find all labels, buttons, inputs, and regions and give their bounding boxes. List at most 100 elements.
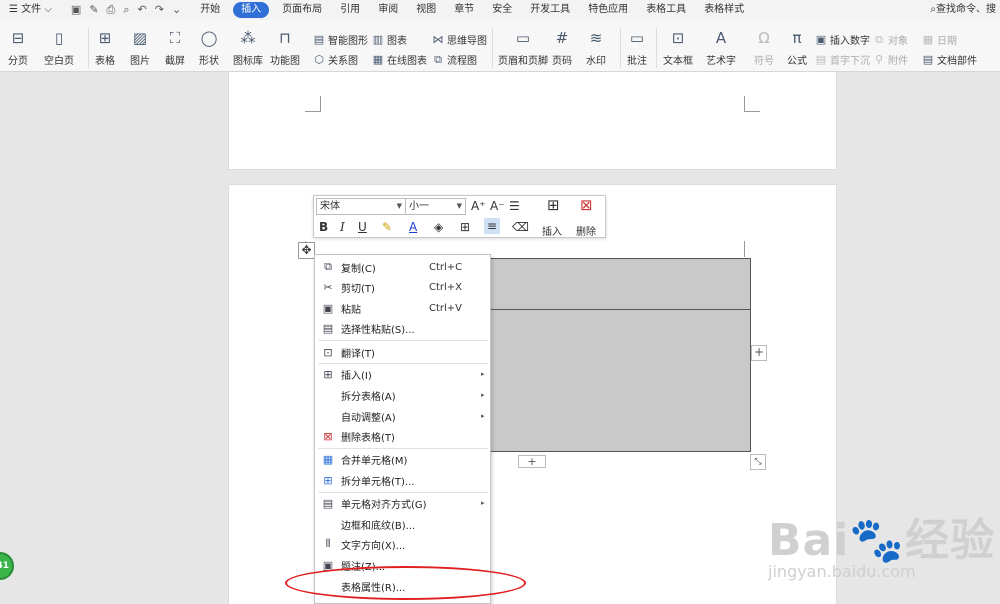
chart-label: 图表 bbox=[387, 36, 407, 47]
redo-icon[interactable]: ↷ bbox=[155, 3, 164, 17]
menu-item-label: 粘贴 bbox=[341, 304, 361, 316]
tab-developer[interactable]: 开发工具 bbox=[521, 0, 579, 20]
menu-item-paste-special[interactable]: ▤ 选择性粘贴(S)... bbox=[315, 318, 491, 338]
icon-library-button[interactable]: ⁂ 图标库 bbox=[233, 20, 263, 67]
menu-item-copy[interactable]: ⧉ 复制(C) Ctrl+C bbox=[315, 257, 491, 277]
menu-item-split-table[interactable]: 拆分表格(A) ▸ bbox=[315, 385, 491, 405]
borders-icon[interactable]: ⊞ bbox=[460, 220, 470, 234]
tab-features[interactable]: 特色应用 bbox=[579, 0, 637, 20]
tab-home[interactable]: 开始 bbox=[191, 0, 229, 20]
tab-page-layout[interactable]: 页面布局 bbox=[273, 0, 331, 20]
file-menu[interactable]: ☰ 文件 ⌵ bbox=[0, 0, 61, 20]
picture-button[interactable]: ▨ 图片 bbox=[130, 20, 150, 67]
menu-item-label: 剪切(T) bbox=[341, 283, 375, 295]
table-resize-icon[interactable]: ⤡ bbox=[750, 454, 766, 470]
font-size-select[interactable]: 小一 ▼ bbox=[405, 198, 466, 215]
table-button[interactable]: ⊞ 表格 bbox=[95, 20, 115, 67]
tab-security[interactable]: 安全 bbox=[483, 0, 521, 20]
command-search-label: 查找命令、搜 bbox=[936, 4, 996, 15]
highlight-icon[interactable]: ✎ bbox=[382, 220, 392, 234]
add-column-button[interactable]: + bbox=[751, 345, 767, 361]
flowchart-icon: ⧉ bbox=[434, 52, 442, 66]
chart-button[interactable]: ▥ 图表 bbox=[372, 32, 407, 47]
smart-graphic-button[interactable]: ▤ 智能图形 bbox=[313, 32, 368, 47]
line-spacing-icon[interactable]: ☰ bbox=[509, 199, 520, 213]
tab-chapter[interactable]: 章节 bbox=[445, 0, 483, 20]
menu-item-delete-table[interactable]: ⊠ 删除表格(T) bbox=[315, 426, 491, 446]
font-family-select[interactable]: 宋体 ▼ bbox=[316, 198, 406, 215]
print-icon[interactable]: ⎙ bbox=[107, 3, 116, 17]
screenshot-button[interactable]: ⛶ 截屏 bbox=[165, 20, 185, 67]
eraser-icon[interactable]: ⌫ bbox=[512, 220, 529, 234]
shrink-font-icon[interactable]: A⁻ bbox=[490, 199, 505, 213]
header-footer-button[interactable]: ▭ 页眉和页脚 bbox=[498, 20, 548, 67]
object-button[interactable]: ⧉ 对象 bbox=[873, 32, 908, 48]
underline-icon[interactable]: U bbox=[358, 220, 367, 234]
shading-icon[interactable]: ◈ bbox=[434, 220, 443, 234]
online-chart-button[interactable]: ▦ 在线图表 bbox=[372, 52, 427, 67]
textbox-label: 文本框 bbox=[663, 56, 693, 67]
floating-badge[interactable]: 41 bbox=[0, 552, 14, 580]
date-button[interactable]: ▦ 日期 bbox=[922, 32, 957, 47]
flowchart-button[interactable]: ⧉ 流程图 bbox=[432, 52, 477, 68]
menu-item-cut[interactable]: ✂ 剪切(T) Ctrl+X bbox=[315, 277, 491, 297]
table-move-handle-icon[interactable]: ✥ bbox=[298, 242, 315, 259]
doc-parts-label: 文档部件 bbox=[937, 56, 977, 67]
wordart-button[interactable]: A 艺术字 bbox=[706, 20, 736, 67]
delete-label[interactable]: 删除 bbox=[576, 223, 596, 238]
page-break-button[interactable]: ⊟ 分页 bbox=[8, 20, 28, 67]
bold-icon[interactable]: B bbox=[319, 220, 328, 234]
document-table[interactable] bbox=[490, 258, 751, 452]
command-search[interactable]: ⌕查找命令、搜 bbox=[930, 0, 1000, 20]
delete-table-icon: ⊠ bbox=[323, 429, 333, 443]
comment-button[interactable]: ▭ 批注 bbox=[627, 20, 647, 67]
undo-icon[interactable]: ↶ bbox=[138, 3, 147, 17]
align-icon[interactable]: ≡ bbox=[484, 218, 501, 234]
tab-insert[interactable]: 插入 bbox=[233, 2, 270, 18]
italic-icon[interactable]: I bbox=[340, 220, 345, 234]
customize-icon[interactable]: ⌄ bbox=[172, 3, 181, 17]
insert-table-icon[interactable]: ⊞ bbox=[547, 198, 560, 213]
relation-chart-button[interactable]: ⬡ 关系图 bbox=[313, 52, 358, 67]
format-painter-icon[interactable]: ✎ bbox=[89, 3, 98, 17]
tab-table-style[interactable]: 表格样式 bbox=[695, 0, 753, 20]
symbol-button[interactable]: Ω 符号 bbox=[754, 20, 774, 67]
menu-item-insert[interactable]: ⊞ 插入(I) ▸ bbox=[315, 364, 491, 384]
tab-table-tools[interactable]: 表格工具 bbox=[637, 0, 695, 20]
menu-item-paste[interactable]: ▣ 粘贴 Ctrl+V bbox=[315, 298, 491, 318]
tab-view[interactable]: 视图 bbox=[407, 0, 445, 20]
insert-number-button[interactable]: ▣ 插入数字 bbox=[815, 32, 870, 47]
page-number-button[interactable]: # 页码 bbox=[552, 20, 572, 67]
ribbon-divider bbox=[492, 28, 493, 68]
font-color-icon[interactable]: A bbox=[409, 220, 417, 234]
doc-parts-icon: ▤ bbox=[922, 53, 934, 66]
menu-item-borders-shading[interactable]: 边框和底纹(B)... bbox=[315, 514, 491, 534]
menu-item-merge-cells[interactable]: ▦ 合并单元格(M) bbox=[315, 449, 491, 469]
doc-parts-button[interactable]: ▤ 文档部件 bbox=[922, 52, 977, 67]
menu-item-text-direction[interactable]: ⫴ 文字方向(X)... bbox=[315, 534, 491, 554]
menu-item-cell-alignment[interactable]: ▤ 单元格对齐方式(G) ▸ bbox=[315, 493, 491, 513]
tab-references[interactable]: 引用 bbox=[331, 0, 369, 20]
mind-map-button[interactable]: ⋈ 思维导图 bbox=[432, 32, 488, 47]
menu-item-split-cells[interactable]: ⊞ 拆分单元格(T)... bbox=[315, 470, 491, 490]
attachment-button[interactable]: ⚲ 附件 bbox=[873, 52, 908, 67]
watermark-button[interactable]: ≋ 水印 bbox=[586, 20, 606, 67]
wordart-label: 艺术字 bbox=[706, 56, 736, 67]
add-row-button[interactable]: + bbox=[518, 455, 546, 468]
tab-review[interactable]: 审阅 bbox=[369, 0, 407, 20]
print-preview-icon[interactable]: ⌕ bbox=[123, 3, 129, 17]
function-chart-label: 功能图 bbox=[270, 56, 300, 67]
delete-table-icon[interactable]: ⊠ bbox=[580, 198, 593, 213]
insert-label[interactable]: 插入 bbox=[542, 223, 562, 238]
save-icon[interactable]: ▣ bbox=[71, 3, 81, 17]
grow-font-icon[interactable]: A⁺ bbox=[471, 199, 486, 213]
blank-page-button[interactable]: ▯ 空白页 bbox=[44, 20, 74, 67]
drop-cap-button[interactable]: ▤ 首字下沉 bbox=[815, 52, 870, 67]
menu-item-autofit[interactable]: 自动调整(A) ▸ bbox=[315, 406, 491, 426]
formula-button[interactable]: π 公式 bbox=[787, 20, 807, 67]
textbox-button[interactable]: ⊡ 文本框 bbox=[663, 20, 693, 67]
function-chart-button[interactable]: ⊓ 功能图 bbox=[270, 20, 300, 67]
menu-item-translate[interactable]: ⊡ 翻译(T) bbox=[315, 342, 491, 362]
menu-item-label: 自动调整(A) bbox=[341, 412, 396, 424]
shape-button[interactable]: ◯ 形状 bbox=[199, 20, 219, 67]
